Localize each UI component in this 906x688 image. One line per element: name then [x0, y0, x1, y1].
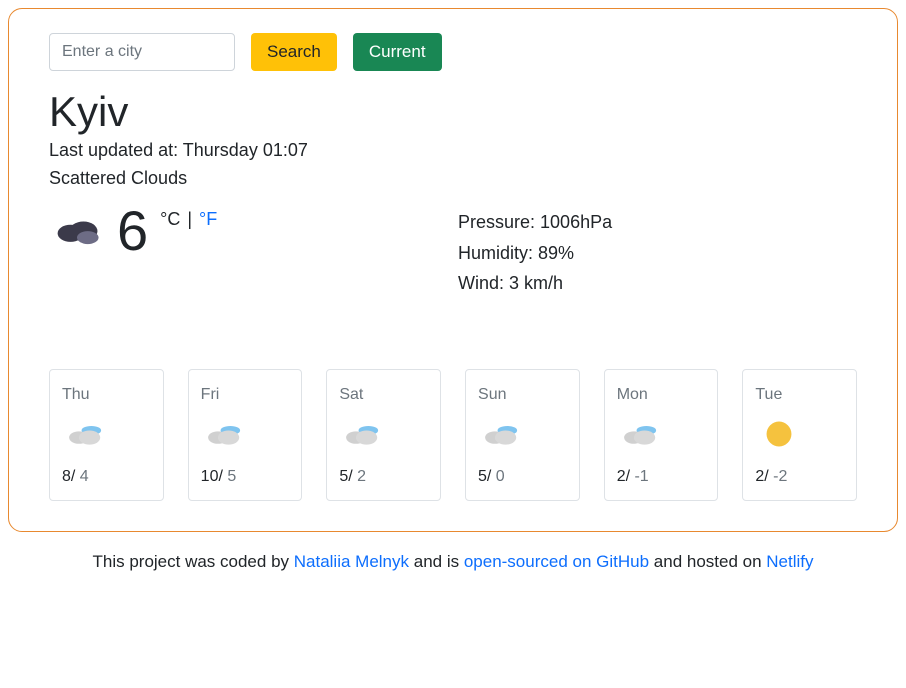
- city-input[interactable]: [49, 33, 235, 71]
- sunny-icon: [755, 418, 844, 454]
- pressure-line: Pressure: 1006hPa: [458, 207, 857, 238]
- github-link[interactable]: open-sourced on GitHub: [464, 552, 649, 571]
- forecast-card: Sun 5/ 0: [465, 369, 580, 501]
- search-button[interactable]: Search: [251, 33, 337, 71]
- condition-text: Scattered Clouds: [49, 165, 857, 193]
- search-row: Search Current: [49, 33, 857, 71]
- forecast-card: Fri 10/ 5: [188, 369, 303, 501]
- partly-cloudy-icon: [201, 418, 290, 454]
- current-location-button[interactable]: Current: [353, 33, 442, 71]
- celsius-unit: °C: [160, 209, 180, 229]
- city-name: Kyiv: [49, 89, 857, 135]
- forecast-day: Mon: [617, 386, 706, 404]
- unit-toggle: °C | °F: [160, 209, 217, 230]
- partly-cloudy-icon: [478, 418, 567, 454]
- weather-card: Search Current Kyiv Last updated at: Thu…: [8, 8, 898, 532]
- fahrenheit-link[interactable]: °F: [199, 209, 217, 229]
- humidity-line: Humidity: 89%: [458, 238, 857, 269]
- forecast-row: Thu 8/ 4 Fri 10/ 5 Sat 5/ 2 Sun 5/ 0 Mon 2/ -1 Tue…: [49, 369, 857, 501]
- forecast-temps: 5/ 0: [478, 468, 567, 486]
- partly-cloudy-icon: [339, 418, 428, 454]
- author-link[interactable]: Nataliia Melnyk: [294, 552, 409, 571]
- current-details: Pressure: 1006hPa Humidity: 89% Wind: 3 …: [448, 207, 857, 299]
- current-left: 6 °C | °F: [49, 207, 448, 299]
- forecast-card: Sat 5/ 2: [326, 369, 441, 501]
- netlify-link[interactable]: Netlify: [766, 552, 813, 571]
- forecast-day: Tue: [755, 386, 844, 404]
- forecast-temps: 2/ -1: [617, 468, 706, 486]
- forecast-temps: 10/ 5: [201, 468, 290, 486]
- forecast-day: Thu: [62, 386, 151, 404]
- forecast-day: Fri: [201, 386, 290, 404]
- forecast-temps: 2/ -2: [755, 468, 844, 486]
- footer: This project was coded by Nataliia Melny…: [8, 552, 898, 572]
- cloud-icon: [49, 209, 105, 249]
- forecast-card: Mon 2/ -1: [604, 369, 719, 501]
- current-temperature: 6: [117, 203, 148, 259]
- last-updated: Last updated at: Thursday 01:07: [49, 137, 857, 165]
- wind-line: Wind: 3 km/h: [458, 268, 857, 299]
- forecast-card: Thu 8/ 4: [49, 369, 164, 501]
- forecast-day: Sat: [339, 386, 428, 404]
- current-weather-row: 6 °C | °F Pressure: 1006hPa Humidity: 89…: [49, 207, 857, 299]
- partly-cloudy-icon: [617, 418, 706, 454]
- forecast-day: Sun: [478, 386, 567, 404]
- forecast-card: Tue 2/ -2: [742, 369, 857, 501]
- forecast-temps: 5/ 2: [339, 468, 428, 486]
- partly-cloudy-icon: [62, 418, 151, 454]
- forecast-temps: 8/ 4: [62, 468, 151, 486]
